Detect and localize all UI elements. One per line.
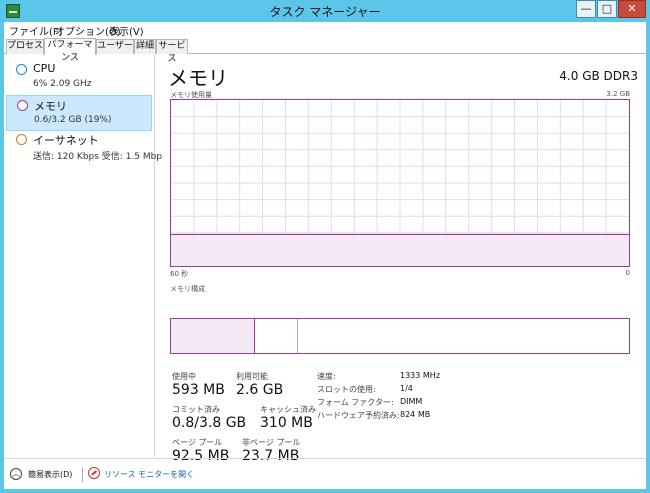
in-use-value: 593 MB [172, 382, 225, 398]
committed-label: コミット済み [172, 405, 220, 414]
chevron-up-icon[interactable]: ︿ [10, 468, 22, 480]
memory-usage-graph [170, 99, 630, 267]
graph-axis-right: 0 [625, 269, 630, 277]
resource-monitor-icon[interactable] [88, 467, 100, 479]
tab-users[interactable]: ユーザー [96, 39, 134, 54]
tab-details[interactable]: 詳細 [134, 39, 156, 54]
graph-axis-left: 60 秒 [170, 270, 189, 278]
task-manager-window: タスク マネージャー — □ ✕ ファイル(F) オプション(O) 表示(V) … [0, 0, 650, 493]
cached-value: 310 MB [260, 415, 313, 431]
cached-label: キャッシュ済み [260, 405, 316, 414]
memory-panel: メモリ 4.0 GB DDR3 メモリ使用量 3.2 GB 60 秒 0 メモリ… [166, 55, 638, 464]
nonpaged-pool-label: 非ページ プール [242, 438, 301, 447]
usage-graph-max: 3.2 GB [606, 90, 630, 98]
composition-in-use [171, 319, 255, 353]
sidebar-item-detail: 6% 2.09 GHz [33, 79, 92, 89]
fewer-details-button[interactable]: 簡易表示(D) [28, 469, 72, 480]
spec-slots-value: 1/4 [400, 384, 413, 393]
cpu-icon [16, 64, 27, 75]
maximize-button[interactable]: □ [597, 0, 617, 18]
usage-graph-canvas [171, 100, 629, 266]
menu-bar: ファイル(F) オプション(O) 表示(V) [4, 22, 646, 38]
sidebar-item-detail: 0.6/3.2 GB (19%) [34, 115, 112, 125]
ethernet-icon [16, 134, 27, 145]
sidebar-item-ethernet[interactable]: イーサネット 送信: 120 Kbps 受信: 1.5 Mbp [6, 130, 162, 166]
sidebar-item-label: CPU [33, 62, 56, 75]
sidebar-item-detail: 送信: 120 Kbps 受信: 1.5 Mbp [33, 152, 163, 162]
committed-value: 0.8/3.8 GB [172, 415, 247, 431]
spec-form-factor-label: フォーム ファクター: [317, 398, 394, 407]
minimize-button[interactable]: — [576, 0, 596, 18]
menu-view[interactable]: 表示(V) [109, 23, 144, 38]
window-title: タスク マネージャー [269, 5, 381, 19]
client-area: ファイル(F) オプション(O) 表示(V) プロセス パフォーマンス ユーザー… [4, 22, 646, 489]
page-title: メモリ [168, 66, 228, 90]
footer-divider [82, 468, 83, 482]
paged-pool-label: ページ プール [172, 438, 223, 447]
memory-composition-bar [170, 318, 630, 354]
tab-performance[interactable]: パフォーマンス [44, 38, 96, 63]
sidebar-item-memory[interactable]: メモリ 0.6/3.2 GB (19%) [6, 95, 152, 131]
composition-modified [255, 319, 298, 353]
spec-reserved-label: ハードウェア予約済み: [317, 411, 400, 420]
tab-processes[interactable]: プロセス [6, 39, 44, 54]
sidebar-item-label: イーサネット [33, 134, 99, 147]
tab-services[interactable]: サービス [156, 39, 188, 64]
composition-label: メモリ構成 [170, 285, 205, 293]
available-label: 利用可能 [236, 372, 268, 381]
in-use-label: 使用中 [172, 372, 196, 381]
spec-slots-label: スロットの使用: [317, 385, 376, 394]
spec-reserved-value: 824 MB [400, 410, 431, 419]
memory-spec: 4.0 GB DDR3 [559, 69, 638, 83]
tab-bar: プロセス パフォーマンス ユーザー 詳細 サービス [4, 38, 646, 64]
available-value: 2.6 GB [236, 382, 284, 398]
sidebar-item-cpu[interactable]: CPU 6% 2.09 GHz [6, 60, 152, 96]
usage-area [171, 234, 629, 266]
spec-speed-value: 1333 MHz [400, 371, 441, 380]
footer-bar: ︿ 簡易表示(D) リソース モニターを開く [4, 458, 646, 488]
memory-icon [17, 100, 28, 111]
title-bar[interactable]: タスク マネージャー — □ ✕ [0, 0, 650, 22]
open-resource-monitor-link[interactable]: リソース モニターを開く [104, 469, 194, 480]
performance-sidebar: CPU 6% 2.09 GHz メモリ 0.6/3.2 GB (19%) イーサ… [4, 55, 162, 457]
close-button[interactable]: ✕ [618, 0, 646, 18]
spec-form-factor-value: DIMM [400, 397, 423, 406]
spec-speed-label: 速度: [317, 372, 336, 381]
sidebar-item-label: メモリ [34, 100, 67, 113]
